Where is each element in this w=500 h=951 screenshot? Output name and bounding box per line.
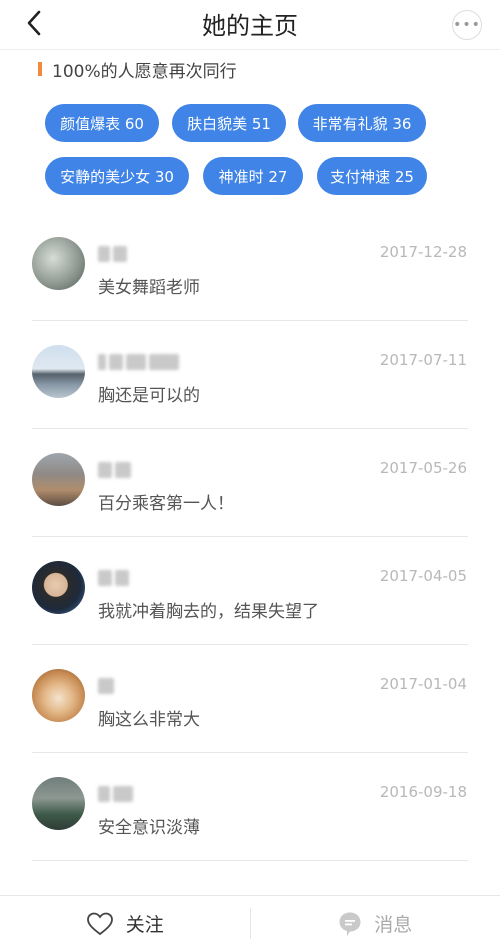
review-item: 2016-09-18 安全意识淡薄	[0, 753, 500, 861]
avatar[interactable]	[32, 561, 85, 614]
review-comment: 安全意识淡薄	[98, 818, 200, 838]
avatar[interactable]	[32, 237, 85, 290]
review-comment: 胸还是可以的	[98, 386, 200, 406]
follow-button[interactable]: 关注	[0, 896, 250, 951]
tag-chip[interactable]: 肤白貌美 51	[172, 104, 286, 142]
avatar[interactable]	[32, 453, 85, 506]
page-title: 她的主页	[202, 12, 298, 40]
more-options-icon[interactable]: •••	[452, 10, 482, 40]
review-comment: 美女舞蹈老师	[98, 278, 200, 298]
review-item: 2017-07-11 胸还是可以的	[0, 321, 500, 429]
chat-bubble-icon	[339, 912, 361, 936]
review-item: 2017-01-04 胸这么非常大	[0, 645, 500, 753]
summary-text: 100%的人愿意再次同行	[52, 61, 237, 82]
review-item: 2017-12-28 美女舞蹈老师	[0, 213, 500, 321]
review-date: 2017-12-28	[379, 243, 467, 261]
blurred-username	[98, 675, 188, 695]
review-list: 2017-12-28 美女舞蹈老师 2017-07-11 胸还是可以的 2017…	[0, 213, 500, 861]
blurred-username	[98, 567, 188, 587]
message-button[interactable]: 消息	[251, 896, 500, 951]
review-comment: 我就冲着胸去的，结果失望了	[98, 602, 319, 622]
avatar[interactable]	[32, 669, 85, 722]
review-item: 2017-05-26 百分乘客第一人！	[0, 429, 500, 537]
review-comment: 胸这么非常大	[98, 710, 200, 730]
bottom-bar: 关注 消息	[0, 895, 500, 951]
avatar[interactable]	[32, 345, 85, 398]
review-date: 2017-05-26	[379, 459, 467, 477]
heart-icon	[86, 912, 113, 935]
review-date: 2017-01-04	[379, 675, 467, 693]
review-item: 2017-04-05 我就冲着胸去的，结果失望了	[0, 537, 500, 645]
blurred-username	[98, 351, 188, 371]
tag-chip[interactable]: 非常有礼貌 36	[298, 104, 426, 142]
avatar[interactable]	[32, 777, 85, 830]
blurred-username	[98, 243, 188, 263]
accent-bar	[38, 62, 42, 76]
divider	[32, 860, 468, 861]
tag-chip[interactable]: 颜值爆表 60	[45, 104, 159, 142]
nav-bar: 她的主页 •••	[0, 0, 500, 50]
review-date: 2016-09-18	[379, 783, 467, 801]
tag-chip[interactable]: 支付神速 25	[317, 157, 427, 195]
rating-summary: 100%的人愿意再次同行	[38, 58, 237, 82]
follow-label: 关注	[125, 914, 164, 936]
message-label: 消息	[374, 914, 413, 936]
tag-chip[interactable]: 安静的美少女 30	[45, 157, 189, 195]
tag-chip[interactable]: 神准时 27	[203, 157, 303, 195]
blurred-username	[98, 783, 188, 803]
blurred-username	[98, 459, 188, 479]
review-date: 2017-07-11	[379, 351, 467, 369]
review-date: 2017-04-05	[379, 567, 467, 585]
review-comment: 百分乘客第一人！	[98, 494, 234, 514]
